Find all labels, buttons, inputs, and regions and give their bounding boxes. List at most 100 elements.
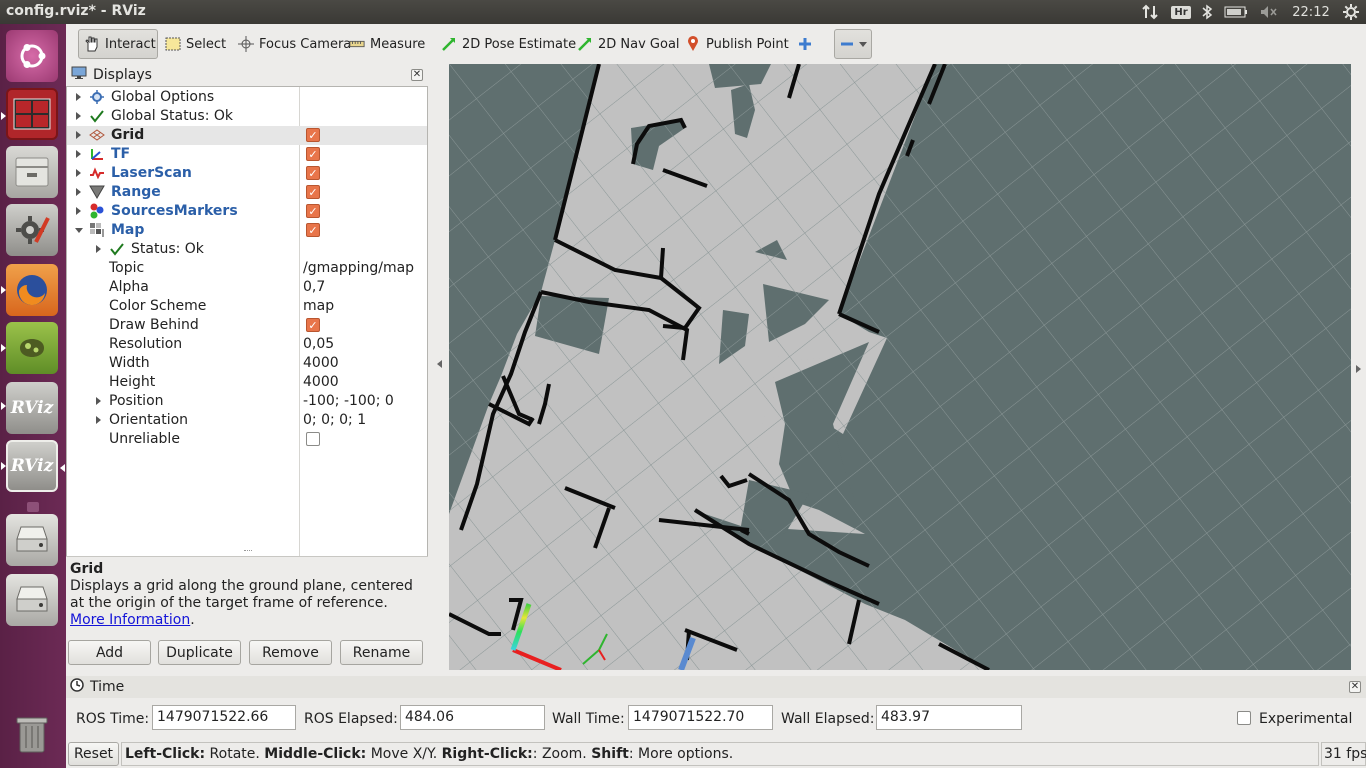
rename-display-button[interactable]: Rename <box>340 640 423 665</box>
chevron-down-icon <box>859 36 867 52</box>
3d-render-view[interactable] <box>449 64 1351 670</box>
expand-arrow-icon[interactable] <box>76 150 81 158</box>
rviz-launcher-1[interactable]: RViz <box>6 382 58 434</box>
tf-enabled-checkbox[interactable]: ✓ <box>306 147 320 161</box>
select-box-icon <box>165 36 181 52</box>
rviz-launcher-2[interactable]: RViz <box>6 440 58 492</box>
green-app-icon[interactable] <box>6 322 58 374</box>
terminal-icon[interactable] <box>6 88 58 140</box>
draw-behind-checkbox[interactable]: ✓ <box>306 318 320 332</box>
tree-row-global-status[interactable]: Global Status: Ok <box>67 107 427 126</box>
tree-row-color-scheme[interactable]: Color Scheme map <box>67 297 427 316</box>
tree-row-topic[interactable]: Topic /gmapping/map <box>67 259 427 278</box>
hard-drive-icon[interactable] <box>6 514 58 566</box>
ros-time-field[interactable]: 1479071522.66 <box>152 705 296 730</box>
file-cabinet-icon[interactable] <box>6 146 58 198</box>
close-icon[interactable]: ✕ <box>1349 681 1361 693</box>
keyboard-layout-indicator[interactable]: Hr <box>1170 0 1192 24</box>
property-value[interactable]: /gmapping/map <box>303 260 414 276</box>
gear-icon[interactable] <box>1340 0 1362 24</box>
laser-icon <box>89 165 105 181</box>
expand-arrow-icon[interactable] <box>96 397 101 405</box>
tree-row-unreliable[interactable]: Unreliable <box>67 430 427 449</box>
property-value[interactable]: 0,05 <box>303 336 334 352</box>
2d-pose-estimate-tool[interactable]: 2D Pose Estimate <box>436 29 581 59</box>
measure-tool[interactable]: Measure <box>344 29 430 59</box>
launcher-scroll-handle[interactable] <box>27 502 39 512</box>
expand-arrow-icon[interactable] <box>76 188 81 196</box>
grid-enabled-checkbox[interactable]: ✓ <box>306 128 320 142</box>
description-text: Displays a grid along the ground plane, … <box>70 578 413 611</box>
collapse-arrow-icon[interactable] <box>75 228 83 233</box>
wall-elapsed-field[interactable]: 483.97 <box>876 705 1022 730</box>
expand-arrow-icon[interactable] <box>76 112 81 120</box>
check-icon <box>109 241 125 257</box>
expand-arrow-icon[interactable] <box>96 245 101 253</box>
tree-row-width[interactable]: Width 4000 <box>67 354 427 373</box>
tree-row-map-status[interactable]: Status: Ok <box>67 240 427 259</box>
select-tool[interactable]: Select <box>160 29 231 59</box>
property-value[interactable]: -100; -100; 0 <box>303 393 394 409</box>
wall-time-field[interactable]: 1479071522.70 <box>628 705 773 730</box>
sourcesmarkers-enabled-checkbox[interactable]: ✓ <box>306 204 320 218</box>
expand-arrow-icon[interactable] <box>96 416 101 424</box>
property-value[interactable]: 0; 0; 0; 1 <box>303 412 366 428</box>
remove-display-button[interactable]: Remove <box>249 640 332 665</box>
tree-row-tf[interactable]: TF ✓ <box>67 145 427 164</box>
clock[interactable]: 22:12 <box>1288 0 1334 24</box>
interact-tool[interactable]: Interact <box>78 29 158 59</box>
settings-icon[interactable] <box>6 204 58 256</box>
tree-row-map[interactable]: Map ✓ <box>67 221 427 240</box>
splitter-handle[interactable] <box>244 550 252 553</box>
battery-icon[interactable] <box>1222 0 1250 24</box>
expand-arrow-icon[interactable] <box>76 93 81 101</box>
expand-arrow-icon[interactable] <box>76 169 81 177</box>
tree-row-range[interactable]: Range ✓ <box>67 183 427 202</box>
duplicate-display-button[interactable]: Duplicate <box>158 640 241 665</box>
tree-row-alpha[interactable]: Alpha 0,7 <box>67 278 427 297</box>
collapse-left-handle[interactable] <box>428 64 449 672</box>
keyboard-layout-label: Hr <box>1171 5 1191 19</box>
reset-button[interactable]: Reset <box>68 742 119 766</box>
2d-nav-goal-tool[interactable]: 2D Nav Goal <box>572 29 685 59</box>
property-value[interactable]: 0,7 <box>303 279 325 295</box>
hint-key: Shift <box>591 746 629 762</box>
hint-text: : More options. <box>628 746 734 762</box>
hard-drive-icon[interactable] <box>6 574 58 626</box>
publish-point-tool[interactable]: Publish Point <box>680 29 794 59</box>
firefox-icon[interactable] <box>6 264 58 316</box>
expand-arrow-icon[interactable] <box>76 131 81 139</box>
tree-row-global-options[interactable]: Global Options <box>67 88 427 107</box>
more-information-link[interactable]: More Information <box>70 612 190 628</box>
tree-row-orientation[interactable]: Orientation 0; 0; 0; 1 <box>67 411 427 430</box>
ros-elapsed-field[interactable]: 484.06 <box>400 705 545 730</box>
network-updown-icon[interactable] <box>1138 0 1162 24</box>
tree-row-laserscan[interactable]: LaserScan ✓ <box>67 164 427 183</box>
laserscan-enabled-checkbox[interactable]: ✓ <box>306 166 320 180</box>
tree-row-draw-behind[interactable]: Draw Behind ✓ <box>67 316 427 335</box>
map-enabled-checkbox[interactable]: ✓ <box>306 223 320 237</box>
bluetooth-icon[interactable] <box>1198 0 1216 24</box>
property-value[interactable]: 4000 <box>303 374 339 390</box>
add-tool-button[interactable] <box>792 29 818 59</box>
range-enabled-checkbox[interactable]: ✓ <box>306 185 320 199</box>
experimental-checkbox[interactable] <box>1237 711 1251 725</box>
tree-row-grid[interactable]: Grid ✓ <box>67 126 427 145</box>
property-label: Draw Behind <box>109 317 199 333</box>
ubuntu-logo-icon[interactable] <box>6 30 58 82</box>
expand-arrow-icon[interactable] <box>76 207 81 215</box>
add-display-button[interactable]: Add <box>68 640 151 665</box>
tree-row-resolution[interactable]: Resolution 0,05 <box>67 335 427 354</box>
remove-tool-button[interactable] <box>834 29 872 59</box>
close-icon[interactable]: ✕ <box>411 69 423 81</box>
focus-camera-tool[interactable]: Focus Camera <box>233 29 356 59</box>
tree-row-sourcesmarkers[interactable]: SourcesMarkers ✓ <box>67 202 427 221</box>
tree-row-height[interactable]: Height 4000 <box>67 373 427 392</box>
volume-muted-icon[interactable] <box>1258 0 1280 24</box>
unreliable-checkbox[interactable] <box>306 432 320 446</box>
tree-row-position[interactable]: Position -100; -100; 0 <box>67 392 427 411</box>
property-value[interactable]: 4000 <box>303 355 339 371</box>
property-value[interactable]: map <box>303 298 334 314</box>
collapse-right-handle[interactable] <box>1351 64 1366 672</box>
trash-icon[interactable] <box>6 708 58 760</box>
